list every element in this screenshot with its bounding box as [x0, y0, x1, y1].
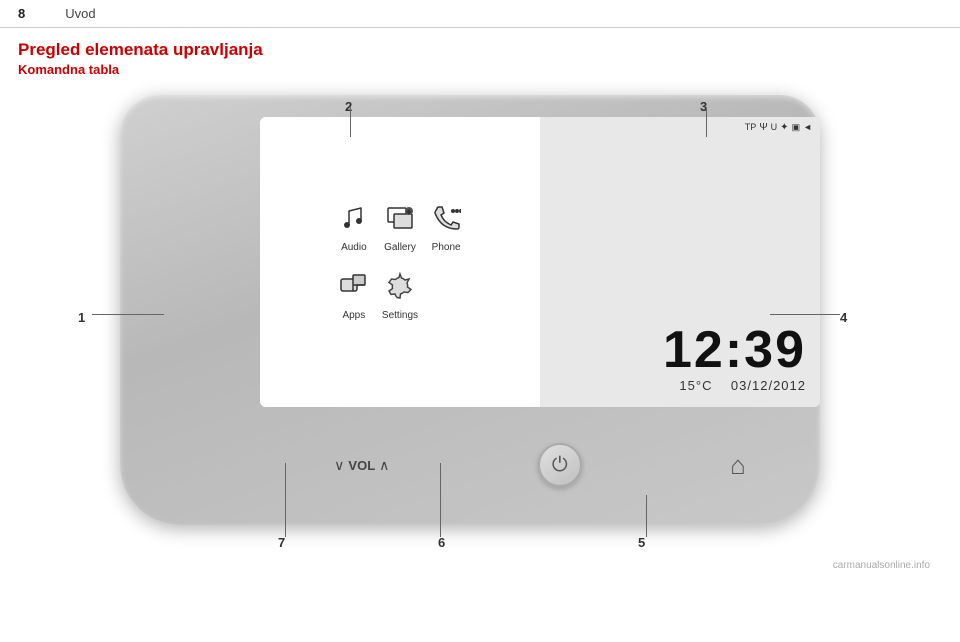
icon-grid: Audio + Gallery — [321, 193, 479, 331]
status-antenna: Ψ — [759, 122, 767, 133]
apps-icon — [339, 271, 369, 306]
status-mic: U — [771, 122, 778, 133]
screen: Audio + Gallery — [260, 117, 820, 407]
callout-5: 5 — [638, 535, 645, 550]
audio-icon — [339, 203, 369, 238]
status-volume: ◄ — [803, 122, 812, 133]
callout-line-2 — [350, 107, 351, 137]
watermark: carmanualsonline.info — [833, 560, 930, 571]
callout-6: 6 — [438, 535, 445, 550]
power-icon: ⏻ — [552, 454, 568, 477]
section-name: Uvod — [65, 6, 95, 21]
callout-1: 1 — [78, 310, 85, 325]
settings-label: Settings — [382, 310, 418, 321]
gallery-icon: + — [385, 203, 415, 238]
section-title: Pregled elemenata upravljanja — [0, 28, 960, 62]
screen-left: Audio + Gallery — [260, 117, 540, 407]
callout-line-6 — [440, 463, 441, 537]
apps-icon-item[interactable]: Apps — [336, 271, 372, 321]
callout-4: 4 — [840, 310, 847, 325]
vol-label: VOL — [348, 458, 375, 473]
page-header: 8 Uvod — [0, 0, 960, 28]
settings-icon — [385, 271, 415, 306]
section-subtitle: Komandna tabla — [0, 62, 960, 85]
vol-up-icon[interactable]: ∧ — [379, 457, 389, 474]
temperature: 15°C — [679, 378, 712, 393]
screen-right: TP Ψ U ✦ ▣ ◄ 12:39 15°C 03/12/2012 — [540, 117, 820, 407]
phone-icon-item[interactable]: Phone — [428, 203, 464, 253]
callout-line-7 — [285, 463, 286, 537]
callout-line-4 — [770, 314, 840, 315]
callout-line-3 — [706, 107, 707, 137]
page-number: 8 — [18, 6, 25, 21]
status-bt: ✦ — [780, 122, 788, 133]
clock-time: 12:39 — [663, 324, 806, 376]
audio-icon-item[interactable]: Audio — [336, 203, 372, 253]
phone-icon — [431, 203, 461, 238]
date: 03/12/2012 — [731, 378, 806, 393]
status-bar: TP Ψ U ✦ ▣ ◄ — [540, 117, 820, 138]
clock-area: 12:39 15°C 03/12/2012 — [540, 138, 820, 407]
gallery-icon-item[interactable]: + Gallery — [382, 203, 418, 253]
callout-2: 2 — [345, 99, 352, 114]
phone-label: Phone — [432, 242, 461, 253]
gallery-label: Gallery — [384, 242, 416, 253]
callout-line-5 — [646, 495, 647, 537]
controls-area: ∨ VOL ∧ ⏻ ⌂ — [260, 425, 820, 505]
vol-down-icon[interactable]: ∨ — [334, 457, 344, 474]
svg-text:+: + — [407, 210, 411, 216]
home-button[interactable]: ⌂ — [730, 450, 746, 481]
callout-line-1 — [92, 314, 164, 315]
status-tp: TP — [745, 122, 757, 133]
home-icon: ⌂ — [730, 450, 746, 480]
device-shell: Audio + Gallery — [120, 95, 820, 525]
clock-info: 15°C 03/12/2012 — [679, 378, 806, 393]
settings-icon-item[interactable]: Settings — [382, 271, 418, 321]
callout-7: 7 — [278, 535, 285, 550]
power-button[interactable]: ⏻ — [538, 443, 582, 487]
audio-label: Audio — [341, 242, 367, 253]
diagram-container: Audio + Gallery — [20, 85, 940, 575]
vol-control: ∨ VOL ∧ — [334, 457, 389, 474]
status-battery: ▣ — [792, 122, 801, 133]
apps-label: Apps — [342, 310, 365, 321]
